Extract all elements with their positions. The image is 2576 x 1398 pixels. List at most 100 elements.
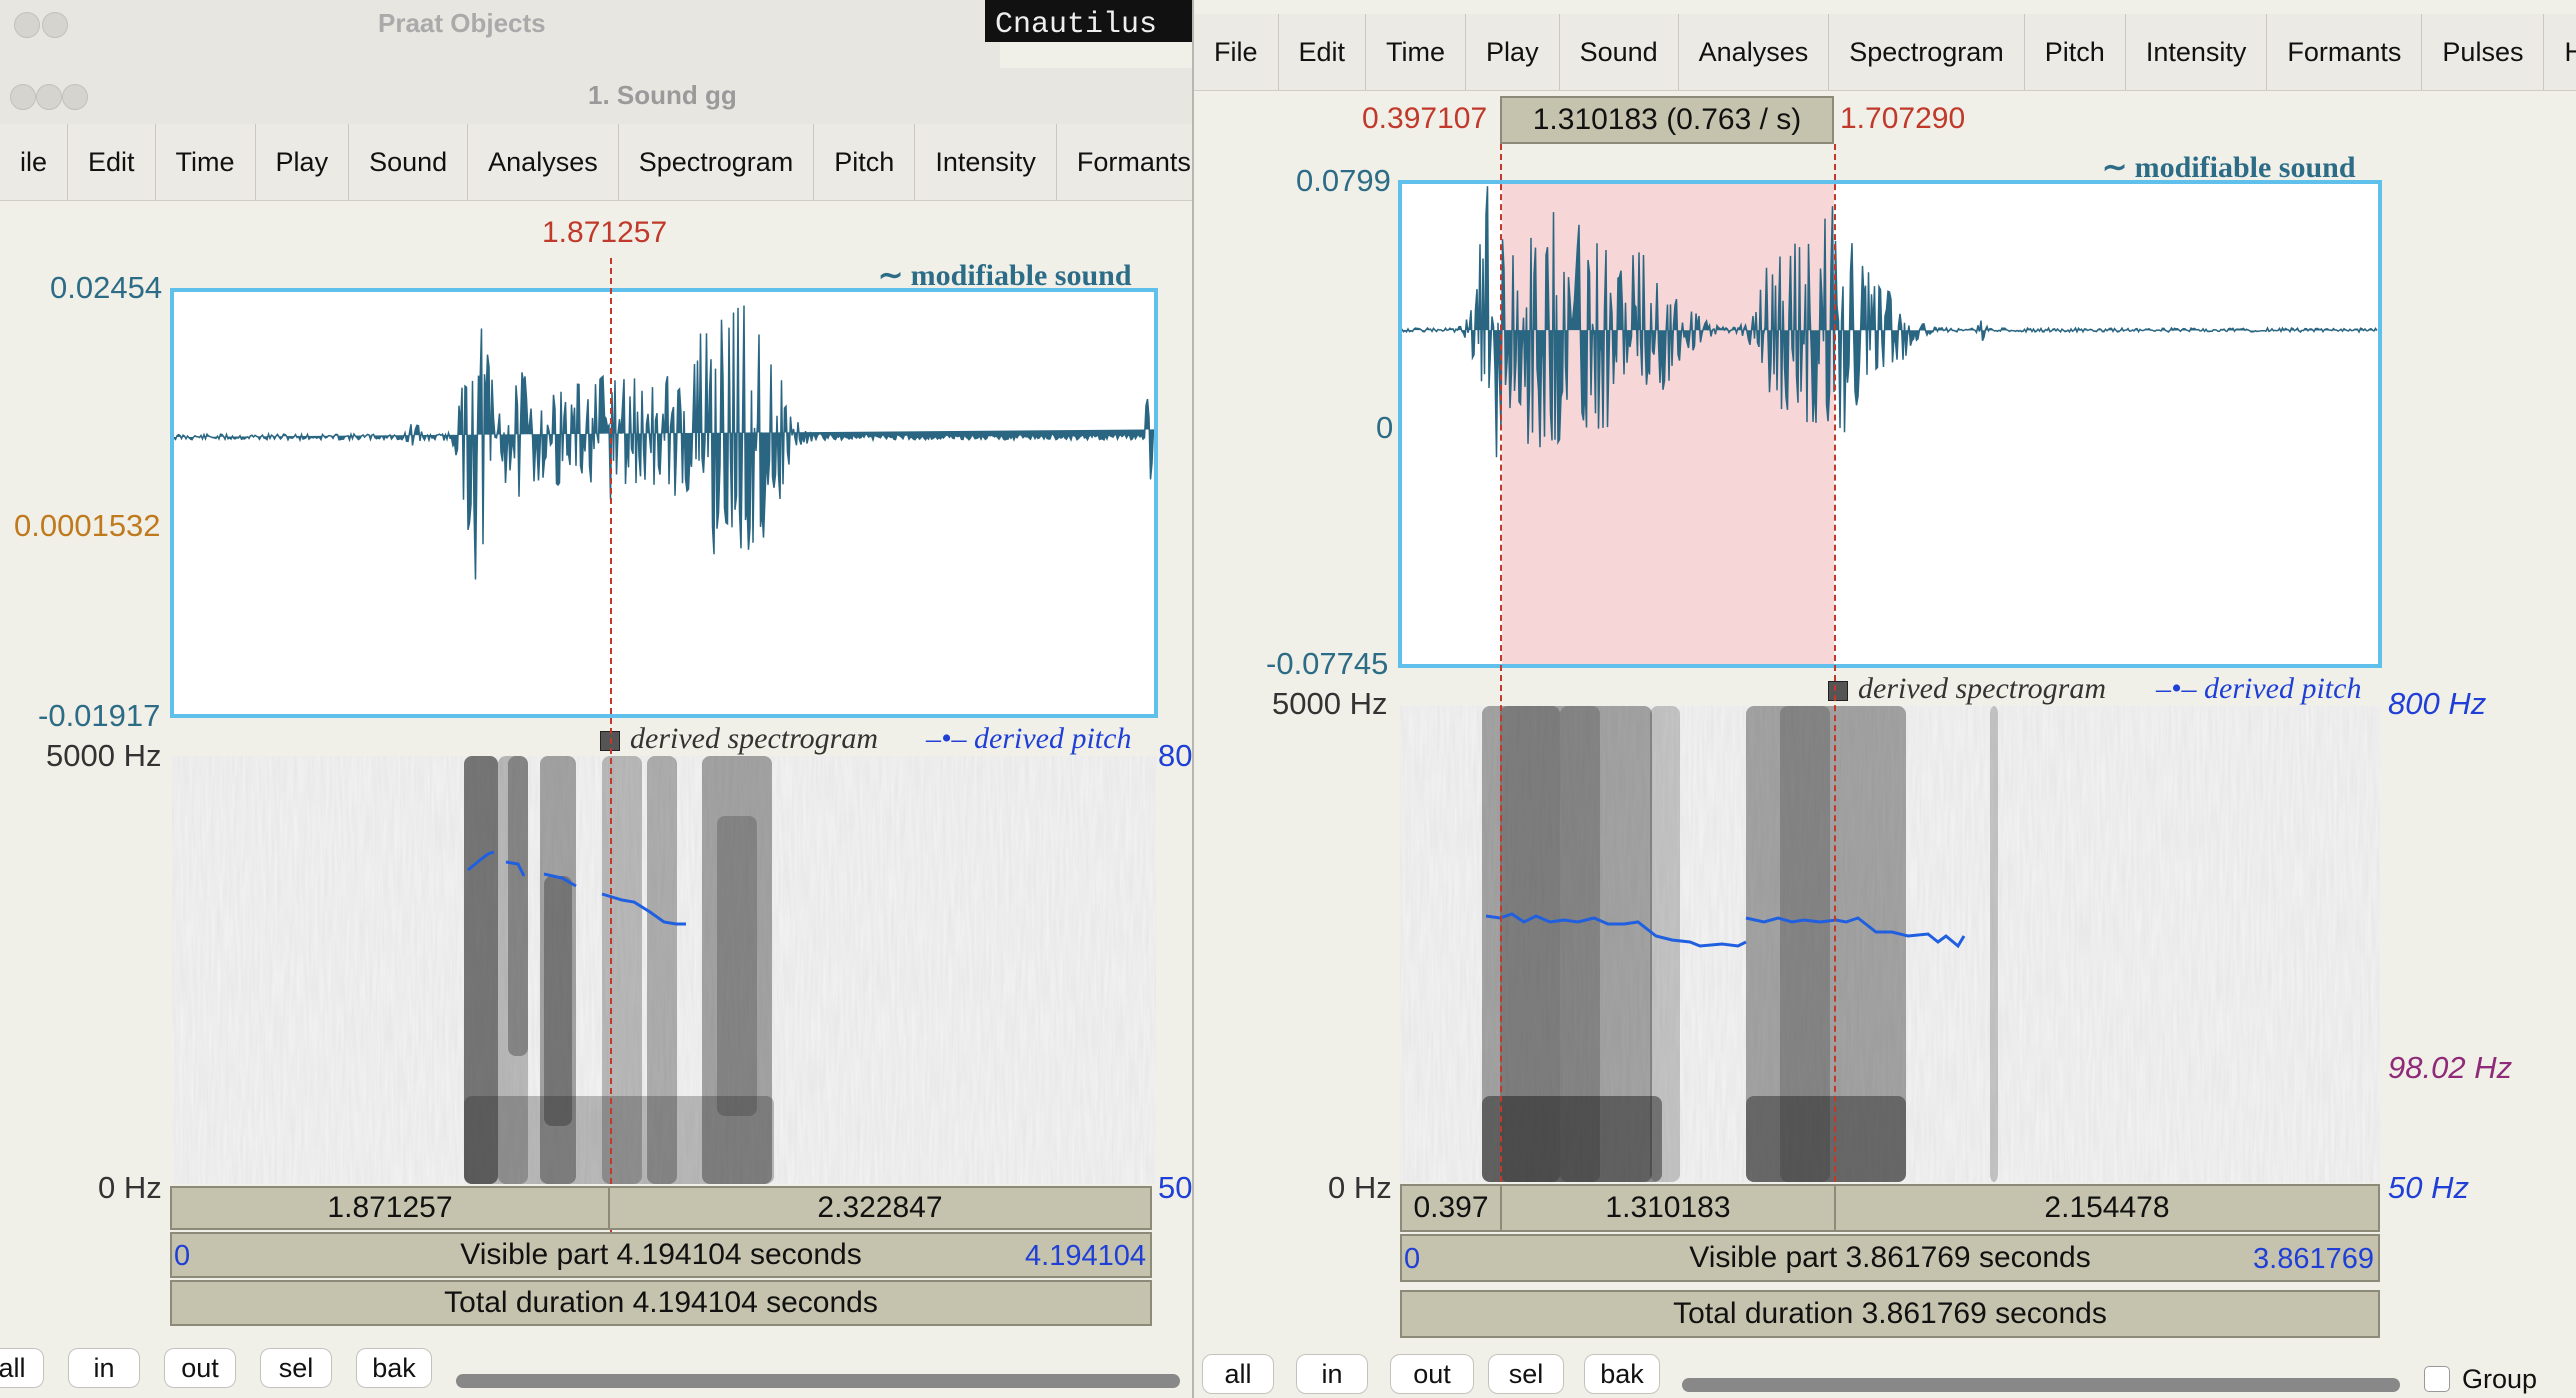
right-derived-spectrogram-label: derived spectrogram	[1828, 672, 2106, 706]
right-derived-pitch-label: –•– derived pitch	[2156, 672, 2361, 706]
left-menubar: ile Edit Time Play Sound Analyses Spectrogram P…	[0, 124, 1192, 201]
right-selection-start: 0.397107	[1362, 102, 1488, 135]
right-visible-start: 0	[1404, 1243, 1421, 1275]
left-titlebar: 1. Sound gg	[0, 68, 1192, 125]
left-sel-button[interactable]: sel	[260, 1348, 332, 1388]
group-checkbox[interactable]	[2424, 1366, 2450, 1392]
right-bak-button[interactable]: bak	[1584, 1354, 1660, 1394]
menu-play[interactable]: Play	[1466, 14, 1560, 90]
right-visible-end: 3.861769	[2253, 1243, 2374, 1275]
menu-analyses[interactable]: Analyses	[468, 124, 619, 200]
left-visible-part-bar[interactable]: 0 Visible part 4.194104 seconds 4.194104	[170, 1232, 1152, 1278]
left-window-title: 1. Sound gg	[588, 80, 737, 110]
right-segment-bar-a[interactable]: 0.397	[1400, 1184, 1502, 1232]
right-selection-end: 1.707290	[1840, 102, 1966, 135]
terminal-text: Cnautilus	[995, 8, 1158, 42]
right-out-button[interactable]: out	[1390, 1354, 1474, 1394]
menu-edit[interactable]: Edit	[1279, 14, 1367, 90]
right-segment-bar-c[interactable]: 2.154478	[1834, 1184, 2380, 1232]
right-all-button[interactable]: all	[1202, 1354, 1274, 1394]
left-total-text: Total duration 4.194104 seconds	[444, 1286, 878, 1319]
right-waveform-frame[interactable]	[1398, 180, 2382, 668]
right-amp-mid: 0	[1376, 410, 1394, 445]
pitch-line-icon: –•–	[926, 722, 975, 755]
right-freq-bottom: 0 Hz	[1328, 1170, 1392, 1205]
menu-help[interactable]: Help	[2544, 14, 2576, 90]
right-horizontal-scrollbar[interactable]	[1682, 1378, 2400, 1392]
left-freq-top: 5000 Hz	[46, 738, 162, 773]
left-visible-start: 0	[174, 1240, 191, 1272]
right-amp-top: 0.0799	[1296, 163, 1391, 198]
right-segment-bar-b[interactable]: 1.310183	[1500, 1184, 1836, 1232]
close-dot-icon[interactable]	[10, 84, 36, 110]
right-selection-duration-box[interactable]: 1.310183 (0.763 / s)	[1500, 96, 1834, 144]
left-pitch-top-clipped: 80	[1158, 738, 1192, 773]
left-pitch-bottom-clipped: 50	[1158, 1170, 1192, 1205]
menu-pulses[interactable]: Pulses	[2422, 14, 2545, 90]
menu-sound[interactable]: Sound	[349, 124, 469, 200]
terminal-window: Cnautilus	[985, 0, 1195, 42]
menu-spectrogram[interactable]: Spectrogram	[619, 124, 815, 200]
menu-ile[interactable]: ile	[0, 124, 69, 200]
left-amp-mid: 0.0001532	[14, 508, 161, 543]
left-freq-bottom: 0 Hz	[98, 1170, 162, 1205]
menu-intensity[interactable]: Intensity	[915, 124, 1057, 200]
right-sel-button[interactable]: sel	[1488, 1354, 1564, 1394]
right-seg-b: 1.310183	[1605, 1191, 1731, 1224]
right-menubar: File Edit Time Play Sound Analyses Spectrogram…	[1194, 14, 2576, 91]
pitch-line-icon: –•–	[2156, 672, 2205, 705]
right-selection-end-line	[1834, 144, 1836, 1182]
objects-window: Praat Objects	[0, 0, 1000, 71]
right-spectrogram[interactable]	[1400, 706, 2380, 1182]
menu-sound[interactable]: Sound	[1560, 14, 1679, 90]
left-bak-button[interactable]: bak	[356, 1348, 432, 1388]
right-in-button[interactable]: in	[1296, 1354, 1368, 1394]
menu-analyses[interactable]: Analyses	[1679, 14, 1830, 90]
right-pitch-value: 98.02 Hz	[2388, 1050, 2513, 1085]
left-in-button[interactable]: in	[68, 1348, 140, 1388]
left-amp-top: 0.02454	[50, 270, 163, 305]
right-total-text: Total duration 3.861769 seconds	[1673, 1297, 2107, 1330]
left-cursor-time: 1.871257	[542, 216, 668, 249]
menu-time[interactable]: Time	[156, 124, 256, 200]
menu-play[interactable]: Play	[256, 124, 350, 200]
right-amp-bottom: -0.07745	[1266, 646, 1389, 681]
right-derived-pitch-text: derived pitch	[2204, 672, 2362, 705]
right-sound-window: File Edit Time Play Sound Analyses Spectrogram…	[1194, 0, 2576, 1398]
left-horizontal-scrollbar[interactable]	[456, 1374, 1180, 1388]
menu-intensity[interactable]: Intensity	[2126, 14, 2268, 90]
menu-time[interactable]: Time	[1366, 14, 1467, 90]
left-waveform	[174, 305, 1154, 580]
left-segment-bar-right[interactable]: 2.322847	[608, 1186, 1152, 1230]
left-out-button[interactable]: out	[164, 1348, 236, 1388]
zoom-dot-icon[interactable]	[62, 84, 88, 110]
left-all-button[interactable]: all	[0, 1348, 44, 1388]
left-spectrogram[interactable]	[172, 756, 1156, 1184]
left-derived-pitch-label: –•– derived pitch	[926, 722, 1131, 756]
menu-pitch[interactable]: Pitch	[2025, 14, 2126, 90]
right-waveform	[1402, 186, 2378, 458]
menu-formants[interactable]: Formants	[1057, 124, 1192, 200]
right-pitch-top: 800 Hz	[2388, 686, 2487, 721]
menu-formants[interactable]: Formants	[2267, 14, 2423, 90]
spectrogram-square-icon	[1828, 681, 1848, 702]
right-selection-duration: 1.310183 (0.763 / s)	[1532, 103, 1802, 136]
right-selection-start-line	[1500, 144, 1502, 1182]
menu-spectrogram[interactable]: Spectrogram	[1829, 14, 2025, 90]
right-total-duration-bar[interactable]: Total duration 3.861769 seconds	[1400, 1290, 2380, 1338]
menu-pitch[interactable]: Pitch	[814, 124, 916, 200]
menu-edit[interactable]: Edit	[68, 124, 156, 200]
left-waveform-frame[interactable]	[170, 288, 1158, 718]
right-seg-a: 0.397	[1413, 1191, 1489, 1224]
minimize-dot-icon[interactable]	[36, 84, 62, 110]
minimize-dot-icon[interactable]	[42, 12, 68, 38]
left-segment-bar-left[interactable]: 1.871257	[170, 1186, 610, 1230]
close-dot-icon[interactable]	[14, 12, 40, 38]
left-visible-text: Visible part 4.194104 seconds	[460, 1238, 862, 1271]
right-visible-part-bar[interactable]: 0 Visible part 3.861769 seconds 3.861769	[1400, 1234, 2380, 1282]
left-total-duration-bar[interactable]: Total duration 4.194104 seconds	[170, 1280, 1152, 1326]
menu-file[interactable]: File	[1194, 14, 1279, 90]
right-derived-spectrogram-text: derived spectrogram	[1858, 672, 2106, 705]
objects-window-title: Praat Objects	[378, 8, 546, 38]
right-pitch-bottom: 50 Hz	[2388, 1170, 2469, 1205]
